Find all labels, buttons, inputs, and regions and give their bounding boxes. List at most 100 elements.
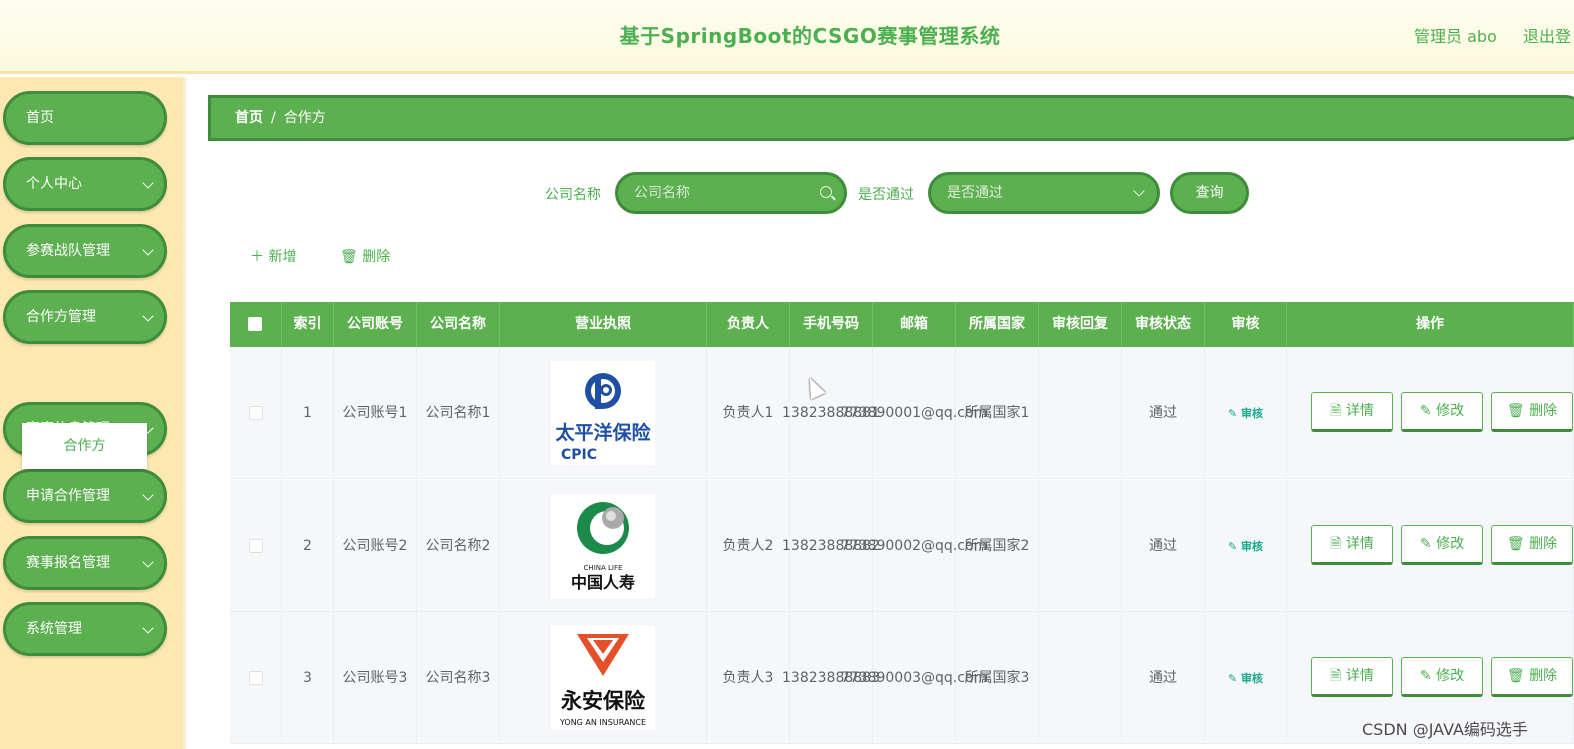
sidebar-item-1[interactable]: 首页 — [3, 91, 167, 145]
company-name-cell: 公司名称 1 — [417, 347, 500, 479]
account-line: 公司账号 — [342, 404, 399, 421]
pencil-icon: ✎ — [1419, 668, 1437, 684]
company-name-input[interactable] — [634, 185, 814, 201]
row-select-cell — [230, 612, 282, 744]
country-cell: 所属国家 3 — [956, 612, 1039, 744]
audit-cell: ✎ 审核 — [1205, 480, 1287, 612]
delete-button[interactable]: 🗑 删除 — [1491, 657, 1573, 697]
account-cell: 公司账号 1 — [334, 347, 417, 479]
bulk-delete-label: 删除 — [362, 249, 391, 265]
pencil-icon: ✎ — [1227, 406, 1242, 420]
delete-button-label: 删除 — [1529, 403, 1558, 419]
company-name-search[interactable] — [615, 172, 847, 214]
country-line: 所属国家 — [964, 404, 1021, 421]
table-row: 2 公司账号 2 公司名称 2 CHINA LIFE 中国人寿 负责人2 1382388 8882… — [230, 480, 1574, 612]
svg-text:永安保险: 永安保险 — [560, 689, 646, 713]
actions-cell: 🗎 详情 ✎ 修改 🗑 删除 — [1287, 480, 1574, 612]
chevron-down-icon — [142, 244, 154, 256]
svg-text:中国人寿: 中国人寿 — [571, 573, 635, 592]
query-button[interactable]: 查询 — [1170, 172, 1249, 214]
country-cell: 所属国家 2 — [956, 480, 1039, 612]
detail-button-label: 详情 — [1345, 668, 1374, 684]
edit-button[interactable]: ✎ 修改 — [1401, 525, 1483, 565]
submenu-item-partner[interactable]: 合作方 — [22, 423, 147, 469]
license-image[interactable]: CHINA LIFE 中国人寿 — [551, 494, 655, 598]
detail-button[interactable]: 🗎 详情 — [1311, 525, 1393, 565]
add-button[interactable]: ＋ 新增 — [250, 246, 296, 266]
column-header: 邮箱 — [873, 302, 956, 347]
sidebar-item-2[interactable]: 个人中心 — [3, 157, 167, 211]
country-line: 2 — [1020, 537, 1030, 554]
reply-cell — [1039, 612, 1122, 744]
pencil-icon: ✎ — [1227, 671, 1242, 685]
plus-icon: ＋ — [250, 249, 264, 265]
company-name-cell: 公司名称 2 — [417, 480, 500, 612]
sidebar: 首页个人中心参赛战队管理合作方管理赛事信息管理申请合作管理赛事报名管理系统管理 … — [0, 77, 186, 749]
row-checkbox[interactable] — [248, 406, 263, 420]
sidebar-item-7[interactable]: 赛事报名管理 — [3, 536, 167, 590]
approved-select[interactable]: 是否通过 — [928, 172, 1160, 214]
email-line: 01@qq. — [903, 404, 958, 421]
column-header: 公司账号 — [334, 302, 417, 347]
sidebar-item-3[interactable]: 参赛战队管理 — [3, 224, 167, 278]
delete-button-label: 删除 — [1529, 668, 1558, 684]
column-header: 所属国家 — [956, 302, 1039, 347]
logout-link[interactable]: 退出登 — [1523, 23, 1571, 47]
company-name-line: 1 — [481, 404, 491, 421]
row-checkbox[interactable] — [248, 671, 263, 685]
license-image[interactable]: 太平洋保险 CPIC — [551, 361, 655, 465]
sidebar-item-8[interactable]: 系统管理 — [3, 602, 167, 656]
trash-icon: 🗑 — [340, 249, 358, 265]
email-cell: 7738900 01@qq. com — [841, 347, 987, 479]
sidebar-item-label: 赛事报名管理 — [26, 555, 110, 571]
sidebar-item-label: 个人中心 — [26, 176, 82, 192]
document-icon: 🗎 — [1330, 668, 1346, 684]
sidebar-item-6[interactable]: 申请合作管理 — [3, 469, 167, 523]
sidebar-item-label: 合作方管理 — [26, 309, 96, 325]
license-image[interactable]: 永安保险 YONG AN INSURANCE — [551, 626, 655, 730]
license-cell: 太平洋保险 CPIC — [500, 347, 707, 479]
audit-link[interactable]: ✎ 审核 — [1228, 667, 1263, 690]
audit-link[interactable]: ✎ 审核 — [1228, 535, 1263, 558]
column-header: 公司名称 — [417, 302, 500, 347]
reply-cell — [1039, 480, 1122, 612]
country-line: 1 — [1020, 404, 1030, 421]
detail-button-label: 详情 — [1345, 536, 1374, 552]
email-line: 7738900 — [840, 669, 904, 686]
country-line: 所属国家 — [964, 537, 1021, 554]
column-header: 操作 — [1287, 302, 1574, 347]
audit-link-label: 审核 — [1241, 671, 1264, 685]
delete-button[interactable]: 🗑 删除 — [1491, 392, 1573, 432]
account-line: 公司账号 — [342, 537, 399, 554]
phone-line: 1382388 — [782, 537, 845, 554]
company-name-line: 公司名称 — [425, 669, 482, 686]
column-header: 审核 — [1205, 302, 1287, 347]
sidebar-item-4[interactable]: 合作方管理 — [3, 290, 167, 344]
index-cell: 1 — [282, 347, 334, 479]
account-cell: 公司账号 3 — [334, 612, 417, 744]
watermark: CSDN @JAVA编码选手 — [1362, 720, 1528, 739]
detail-button[interactable]: 🗎 详情 — [1311, 392, 1393, 432]
svg-text:太平洋保险: 太平洋保险 — [555, 421, 651, 444]
delete-button[interactable]: 🗑 删除 — [1491, 525, 1573, 565]
email-cell: 7738900 03@qq. com — [841, 612, 987, 744]
detail-button[interactable]: 🗎 详情 — [1311, 657, 1393, 697]
edit-button[interactable]: ✎ 修改 — [1401, 392, 1483, 432]
chevron-down-icon — [142, 489, 154, 501]
edit-button[interactable]: ✎ 修改 — [1401, 657, 1483, 697]
audit-link[interactable]: ✎ 审核 — [1228, 402, 1263, 425]
breadcrumb-home[interactable]: 首页 — [235, 110, 263, 126]
select-all-checkbox[interactable] — [248, 317, 262, 331]
phone-line: 1382388 — [782, 669, 845, 686]
country-cell: 所属国家 1 — [956, 347, 1039, 479]
country-line: 所属国家 — [964, 669, 1021, 686]
current-user: 管理员 abo — [1414, 27, 1497, 46]
account-line: 2 — [398, 537, 408, 554]
document-icon: 🗎 — [1330, 403, 1346, 419]
svg-text:YONG AN INSURANCE: YONG AN INSURANCE — [559, 718, 646, 727]
bulk-delete-button[interactable]: 🗑 删除 — [340, 246, 390, 266]
row-select-cell — [230, 480, 282, 612]
chevron-down-icon — [142, 622, 154, 634]
column-header: 审核状态 — [1122, 302, 1205, 347]
row-checkbox[interactable] — [248, 539, 263, 553]
